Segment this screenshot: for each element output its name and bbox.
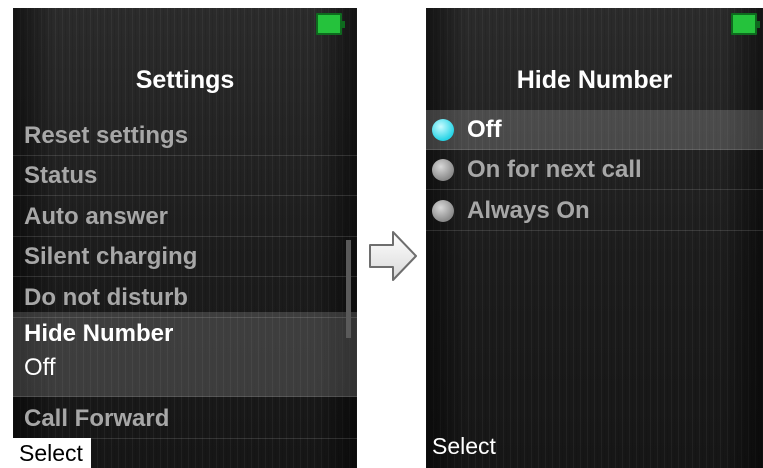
option-always-on[interactable]: Always On xyxy=(426,191,763,231)
option-label: On for next call xyxy=(467,156,642,183)
option-off[interactable]: Off xyxy=(426,110,763,150)
radio-button-icon xyxy=(432,119,454,141)
menu-item-reset-settings[interactable]: Reset settings xyxy=(13,116,357,156)
menu-item-status[interactable]: Status xyxy=(13,156,357,196)
menu-item-label: Do not disturb xyxy=(24,284,188,311)
menu-item-value: Off xyxy=(24,354,56,381)
menu-item-label: Call Forward xyxy=(24,405,170,432)
menu-item-label: Silent charging xyxy=(24,243,198,270)
settings-screen: Settings Reset settings Status Auto answ… xyxy=(13,8,357,468)
option-on-for-next-call[interactable]: On for next call xyxy=(426,150,763,190)
option-label: Off xyxy=(467,116,502,143)
menu-item-silent-charging[interactable]: Silent charging xyxy=(13,237,357,277)
menu-item-label: Reset settings xyxy=(24,122,189,149)
battery-icon xyxy=(316,13,345,35)
radio-button-icon xyxy=(432,159,454,181)
radio-button-icon xyxy=(432,200,454,222)
screen-title: Hide Number xyxy=(516,66,673,94)
hide-number-screen: Hide Number Off On for next call Always … xyxy=(426,8,763,468)
menu-item-label: Status xyxy=(24,162,98,189)
menu-item-auto-answer[interactable]: Auto answer xyxy=(13,197,357,237)
menu-item-hide-number[interactable]: Hide Number Off xyxy=(13,312,357,397)
scrollbar[interactable] xyxy=(346,240,351,338)
arrow-right-icon xyxy=(369,231,417,281)
option-label: Always On xyxy=(467,197,590,224)
menu-item-label: Auto answer xyxy=(24,203,169,230)
menu-item-call-forward[interactable]: Call Forward xyxy=(13,399,357,439)
battery-icon xyxy=(731,13,760,35)
select-softkey[interactable]: Select xyxy=(432,434,496,464)
select-softkey[interactable]: Select xyxy=(13,438,91,468)
screen-title: Settings xyxy=(135,66,235,94)
menu-item-label: Hide Number xyxy=(24,320,174,347)
